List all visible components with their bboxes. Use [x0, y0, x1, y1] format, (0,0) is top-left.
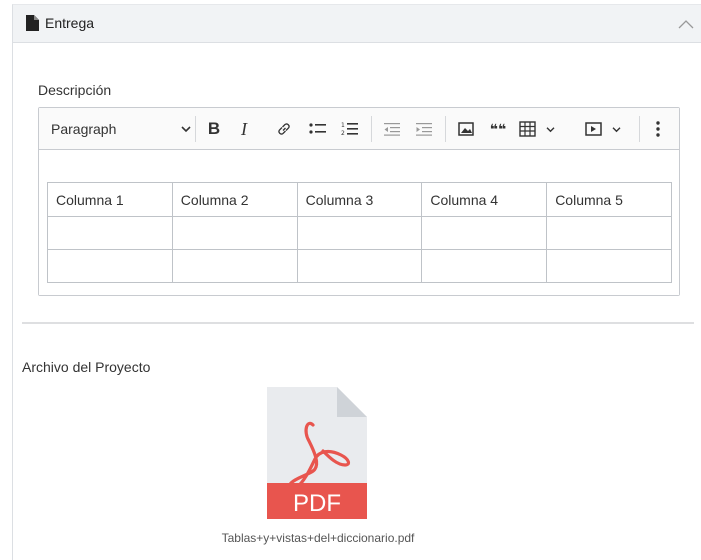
description-label: Descripción	[38, 82, 112, 98]
table-cell[interactable]: Columna 2	[171, 182, 298, 217]
panel-border	[12, 43, 13, 560]
link-icon	[276, 121, 292, 137]
numbered-list-icon: 12	[341, 121, 359, 137]
file-name-link[interactable]: Tablas+y+vistas+del+diccionario.pdf	[180, 531, 456, 545]
chevron-down-icon	[181, 125, 191, 133]
toolbar-separator	[371, 116, 372, 142]
chevron-up-icon[interactable]	[677, 17, 695, 31]
table-cell[interactable]: Columna 5	[546, 182, 672, 217]
outdent-button[interactable]	[379, 117, 405, 141]
heading-select[interactable]: Paragraph	[51, 117, 191, 141]
table-cell[interactable]	[546, 249, 672, 283]
media-icon	[585, 122, 602, 136]
editor-content[interactable]: Columna 1 Columna 2 Columna 3 Columna 4 Colu…	[39, 151, 679, 295]
table-cell[interactable]	[171, 249, 298, 283]
outdent-icon	[383, 122, 401, 136]
more-options-icon	[656, 121, 660, 137]
table-cell[interactable]: Columna 3	[296, 182, 423, 217]
table-cell[interactable]	[421, 216, 548, 250]
svg-text:2: 2	[341, 130, 345, 137]
document-icon	[25, 15, 39, 31]
chevron-down-icon	[546, 126, 555, 133]
numbered-list-button[interactable]: 12	[337, 117, 363, 141]
table-cell[interactable]	[296, 249, 423, 283]
pdf-file-icon[interactable]: PDF	[267, 387, 367, 519]
insert-table-button[interactable]	[517, 117, 557, 141]
panel-header-entrega[interactable]: Entrega	[12, 4, 701, 43]
panel-title: Entrega	[45, 15, 95, 31]
bold-button[interactable]: B	[201, 117, 227, 141]
block-quote-button[interactable]: ❝❝	[485, 117, 511, 141]
toolbar-separator	[639, 116, 640, 142]
table-cell[interactable]: Columna 4	[421, 182, 548, 217]
archivo-label: Archivo del Proyecto	[22, 359, 151, 375]
bulleted-list-icon	[309, 122, 327, 136]
editor-toolbar: Paragraph B I 12 ❝❝	[39, 108, 679, 150]
table-cell[interactable]	[296, 216, 423, 250]
content-table[interactable]: Columna 1 Columna 2 Columna 3 Columna 4 Colu…	[47, 182, 672, 283]
quote-icon: ❝❝	[489, 120, 507, 137]
table-cell[interactable]	[546, 216, 672, 250]
indent-icon	[415, 122, 433, 136]
image-icon	[458, 122, 474, 136]
table-cell[interactable]	[421, 249, 548, 283]
indent-button[interactable]	[411, 117, 437, 141]
italic-button[interactable]: I	[231, 117, 257, 141]
link-button[interactable]	[271, 117, 297, 141]
insert-media-button[interactable]	[583, 117, 623, 141]
chevron-down-icon	[612, 126, 621, 133]
italic-icon: I	[241, 118, 247, 139]
table-cell[interactable]	[47, 216, 173, 250]
table-row	[47, 249, 672, 283]
heading-select-value: Paragraph	[51, 121, 117, 137]
table-cell[interactable]	[171, 216, 298, 250]
toolbar-separator	[195, 116, 196, 142]
table-cell[interactable]: Columna 1	[47, 182, 173, 217]
insert-image-button[interactable]	[453, 117, 479, 141]
bold-icon: B	[207, 119, 221, 138]
svg-text:1: 1	[341, 122, 345, 129]
more-options-button[interactable]	[647, 117, 669, 141]
table-row: Columna 1 Columna 2 Columna 3 Columna 4 Colu…	[47, 182, 672, 217]
rich-text-editor[interactable]: Paragraph B I 12 ❝❝ Columna 1 Columna 2 …	[38, 107, 680, 296]
table-row	[47, 216, 672, 250]
table-icon	[519, 121, 536, 137]
pdf-badge-text: PDF	[293, 490, 341, 517]
section-divider	[22, 322, 694, 324]
toolbar-separator	[445, 116, 446, 142]
bulleted-list-button[interactable]	[305, 117, 331, 141]
table-cell[interactable]	[47, 249, 173, 283]
